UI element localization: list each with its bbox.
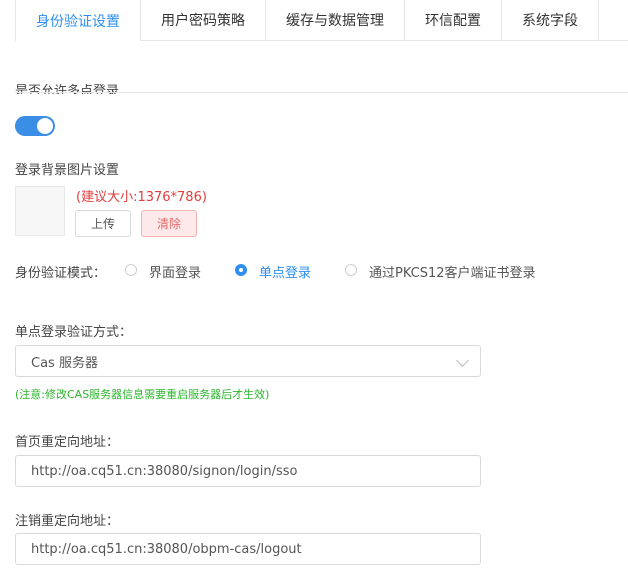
tab-cache-data[interactable]: 缓存与数据管理 [266, 0, 405, 40]
toggle-knob [37, 118, 53, 134]
logout-redirect-value: http://oa.cq51.cn:38080/obpm-cas/logout [31, 541, 302, 557]
tab-system-fields[interactable]: 系统字段 [502, 0, 599, 40]
tab-huanxin-config[interactable]: 环信配置 [405, 0, 502, 40]
auth-mode-label: 身份验证模式： [15, 266, 107, 281]
tab-auth-settings[interactable]: 身份验证设置 [15, 0, 141, 41]
radio-ui-login-label[interactable]: 界面登录 [149, 262, 201, 281]
home-redirect-input[interactable]: http://oa.cq51.cn:38080/signon/login/sso [15, 455, 481, 487]
radio-pkcs12-login-label[interactable]: 通过PKCS12客户端证书登录 [369, 262, 536, 281]
sso-method-select[interactable]: Cas 服务器 [15, 345, 481, 377]
sso-method-value: Cas 服务器 [31, 355, 98, 371]
cas-restart-note: (注意:修改CAS服务器信息需要重启服务器后才生效) [15, 388, 270, 401]
tab-password-policy[interactable]: 用户密码策略 [141, 0, 266, 40]
sso-method-label: 单点登录验证方式： [15, 325, 133, 340]
settings-tabs: 身份验证设置 用户密码策略 缓存与数据管理 环信配置 系统字段 [15, 0, 628, 41]
clear-button[interactable]: 清除 [141, 210, 197, 237]
divider [15, 92, 628, 93]
logout-redirect-label: 注销重定向地址： [15, 514, 120, 529]
upload-button[interactable]: 上传 [75, 210, 131, 237]
background-image-label: 登录背景图片设置 [15, 163, 120, 178]
home-redirect-label: 首页重定向地址： [15, 435, 120, 450]
image-size-hint: (建议大小:1376*786) [76, 190, 207, 205]
settings-page: 身份验证设置 用户密码策略 缓存与数据管理 环信配置 系统字段 是否允许多点登录… [0, 0, 628, 586]
radio-sso-login[interactable] [235, 264, 247, 276]
home-redirect-value: http://oa.cq51.cn:38080/signon/login/sso [31, 463, 298, 479]
background-image-preview [15, 186, 65, 236]
radio-pkcs12-login[interactable] [345, 264, 357, 276]
logout-redirect-input[interactable]: http://oa.cq51.cn:38080/obpm-cas/logout [15, 533, 481, 565]
radio-ui-login[interactable] [125, 264, 137, 276]
radio-sso-login-label[interactable]: 单点登录 [259, 262, 311, 281]
multi-login-toggle[interactable] [15, 116, 55, 136]
